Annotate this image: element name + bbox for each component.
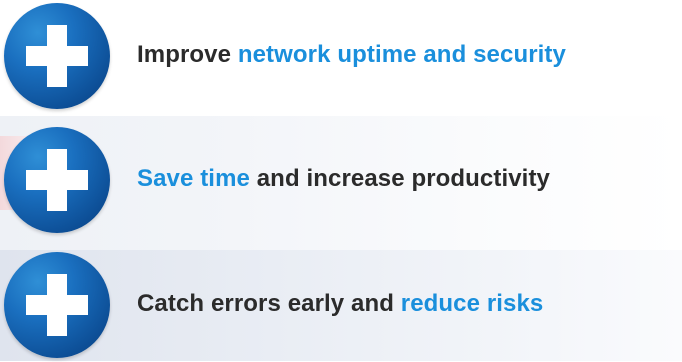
- benefit-text-plain: Improve: [137, 41, 238, 68]
- benefit-text-plain: Catch errors early and: [137, 290, 401, 317]
- plus-icon: [4, 252, 110, 358]
- benefit-text-highlight: reduce risks: [400, 290, 544, 317]
- plus-icon: [4, 127, 110, 233]
- benefit-item-save-time: Save time and increase productivity: [0, 127, 682, 237]
- benefit-text: Save time and increase productivity: [137, 164, 550, 194]
- benefit-text: Improve network uptime and security: [137, 40, 566, 70]
- benefit-text-highlight: network uptime and security: [237, 41, 566, 68]
- benefit-item-network-uptime: Improve network uptime and security: [0, 3, 682, 113]
- benefit-item-reduce-risks: Catch errors early and reduce risks: [0, 252, 682, 362]
- benefit-text: Catch errors early and reduce risks: [137, 289, 543, 319]
- plus-icon: [4, 3, 110, 109]
- benefit-text-plain: and increase productivity: [249, 165, 550, 192]
- benefit-text-highlight: Save time: [137, 165, 250, 192]
